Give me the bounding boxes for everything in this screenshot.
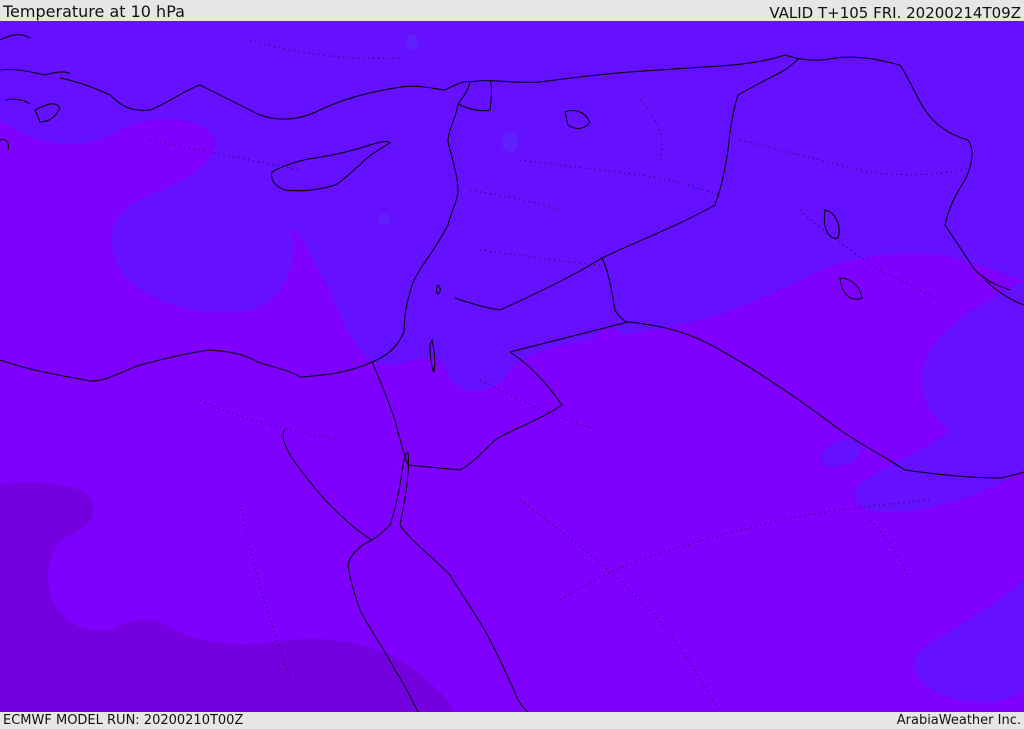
temperature-spot-1 [406, 34, 418, 50]
map-canvas[interactable] [0, 21, 1024, 712]
temperature-spot-4 [594, 328, 622, 348]
temperature-spot-2 [502, 132, 518, 152]
map-title: Temperature at 10 hPa [3, 2, 185, 21]
valid-time: VALID T+105 FRI. 20200214T09Z [769, 4, 1021, 22]
model-run-label: ECMWF MODEL RUN: 20200210T00Z [3, 713, 244, 728]
credit-label: ArabiaWeather Inc. [896, 713, 1021, 728]
temperature-spot-3 [378, 214, 390, 224]
